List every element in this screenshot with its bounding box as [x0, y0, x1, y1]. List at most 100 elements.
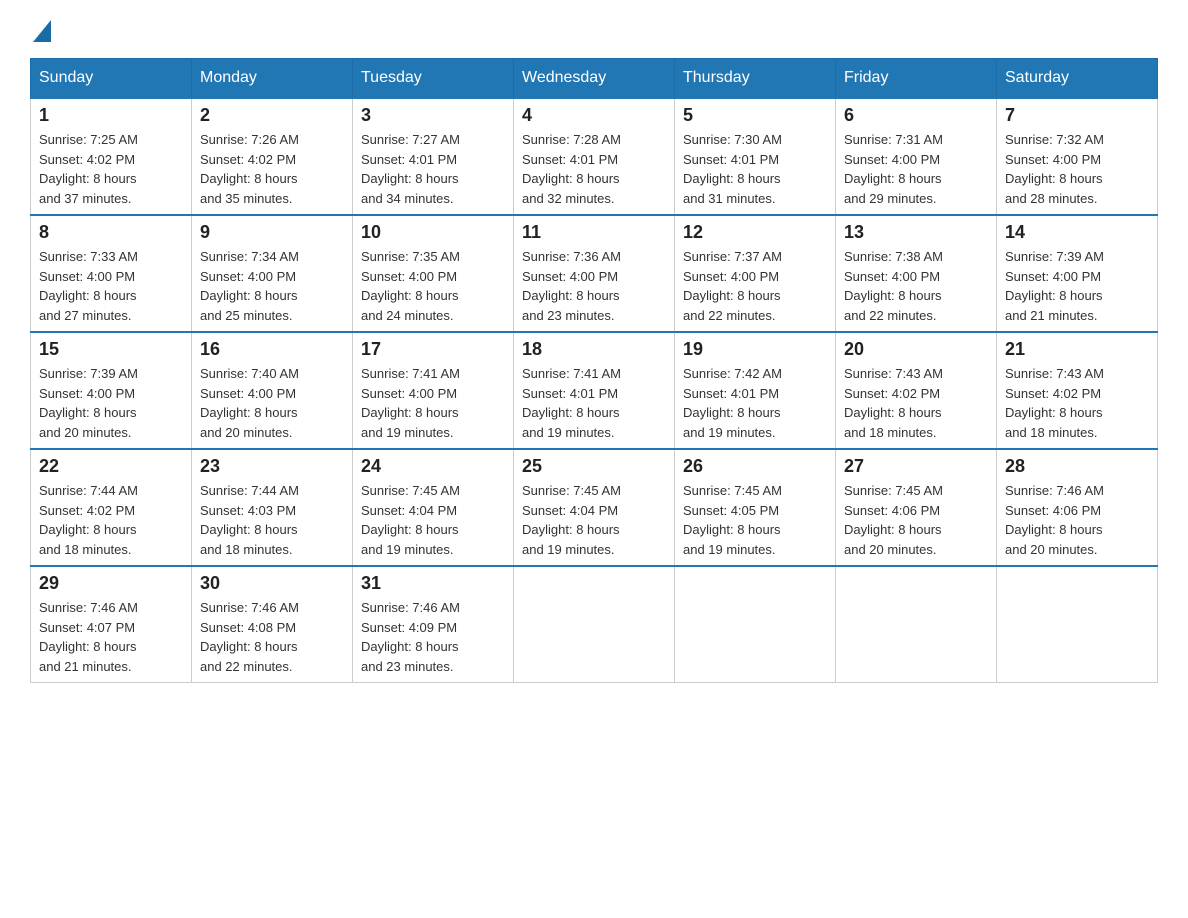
calendar-cell — [997, 566, 1158, 683]
calendar-cell — [675, 566, 836, 683]
day-number: 19 — [683, 339, 827, 360]
calendar-cell: 19 Sunrise: 7:42 AMSunset: 4:01 PMDaylig… — [675, 332, 836, 449]
day-number: 7 — [1005, 105, 1149, 126]
week-row-5: 29 Sunrise: 7:46 AMSunset: 4:07 PMDaylig… — [31, 566, 1158, 683]
day-number: 6 — [844, 105, 988, 126]
day-number: 31 — [361, 573, 505, 594]
header-sunday: Sunday — [31, 59, 192, 99]
day-info: Sunrise: 7:44 AMSunset: 4:02 PMDaylight:… — [39, 481, 183, 559]
day-info: Sunrise: 7:42 AMSunset: 4:01 PMDaylight:… — [683, 364, 827, 442]
day-info: Sunrise: 7:46 AMSunset: 4:06 PMDaylight:… — [1005, 481, 1149, 559]
logo-triangle-icon — [33, 20, 51, 42]
header-friday: Friday — [836, 59, 997, 99]
week-row-2: 8 Sunrise: 7:33 AMSunset: 4:00 PMDayligh… — [31, 215, 1158, 332]
day-info: Sunrise: 7:40 AMSunset: 4:00 PMDaylight:… — [200, 364, 344, 442]
calendar-cell: 6 Sunrise: 7:31 AMSunset: 4:00 PMDayligh… — [836, 98, 997, 215]
calendar-header-row: SundayMondayTuesdayWednesdayThursdayFrid… — [31, 59, 1158, 99]
calendar-cell: 9 Sunrise: 7:34 AMSunset: 4:00 PMDayligh… — [192, 215, 353, 332]
week-row-1: 1 Sunrise: 7:25 AMSunset: 4:02 PMDayligh… — [31, 98, 1158, 215]
day-info: Sunrise: 7:41 AMSunset: 4:00 PMDaylight:… — [361, 364, 505, 442]
calendar-cell: 8 Sunrise: 7:33 AMSunset: 4:00 PMDayligh… — [31, 215, 192, 332]
calendar-cell: 2 Sunrise: 7:26 AMSunset: 4:02 PMDayligh… — [192, 98, 353, 215]
day-number: 1 — [39, 105, 183, 126]
day-number: 8 — [39, 222, 183, 243]
day-info: Sunrise: 7:45 AMSunset: 4:04 PMDaylight:… — [361, 481, 505, 559]
day-number: 27 — [844, 456, 988, 477]
day-info: Sunrise: 7:34 AMSunset: 4:00 PMDaylight:… — [200, 247, 344, 325]
day-info: Sunrise: 7:31 AMSunset: 4:00 PMDaylight:… — [844, 130, 988, 208]
day-number: 15 — [39, 339, 183, 360]
calendar-cell: 1 Sunrise: 7:25 AMSunset: 4:02 PMDayligh… — [31, 98, 192, 215]
day-number: 4 — [522, 105, 666, 126]
day-info: Sunrise: 7:28 AMSunset: 4:01 PMDaylight:… — [522, 130, 666, 208]
day-number: 21 — [1005, 339, 1149, 360]
day-number: 3 — [361, 105, 505, 126]
calendar-cell: 25 Sunrise: 7:45 AMSunset: 4:04 PMDaylig… — [514, 449, 675, 566]
calendar-cell: 14 Sunrise: 7:39 AMSunset: 4:00 PMDaylig… — [997, 215, 1158, 332]
header-tuesday: Tuesday — [353, 59, 514, 99]
day-number: 17 — [361, 339, 505, 360]
day-number: 20 — [844, 339, 988, 360]
day-info: Sunrise: 7:37 AMSunset: 4:00 PMDaylight:… — [683, 247, 827, 325]
day-number: 23 — [200, 456, 344, 477]
day-number: 11 — [522, 222, 666, 243]
logo — [30, 20, 51, 38]
calendar-cell: 22 Sunrise: 7:44 AMSunset: 4:02 PMDaylig… — [31, 449, 192, 566]
calendar-cell: 12 Sunrise: 7:37 AMSunset: 4:00 PMDaylig… — [675, 215, 836, 332]
day-info: Sunrise: 7:45 AMSunset: 4:06 PMDaylight:… — [844, 481, 988, 559]
day-number: 28 — [1005, 456, 1149, 477]
calendar-cell: 20 Sunrise: 7:43 AMSunset: 4:02 PMDaylig… — [836, 332, 997, 449]
calendar-cell — [514, 566, 675, 683]
calendar-cell: 28 Sunrise: 7:46 AMSunset: 4:06 PMDaylig… — [997, 449, 1158, 566]
header-saturday: Saturday — [997, 59, 1158, 99]
day-info: Sunrise: 7:26 AMSunset: 4:02 PMDaylight:… — [200, 130, 344, 208]
calendar-cell: 29 Sunrise: 7:46 AMSunset: 4:07 PMDaylig… — [31, 566, 192, 683]
day-info: Sunrise: 7:27 AMSunset: 4:01 PMDaylight:… — [361, 130, 505, 208]
day-number: 30 — [200, 573, 344, 594]
day-info: Sunrise: 7:45 AMSunset: 4:05 PMDaylight:… — [683, 481, 827, 559]
day-number: 5 — [683, 105, 827, 126]
calendar-cell: 30 Sunrise: 7:46 AMSunset: 4:08 PMDaylig… — [192, 566, 353, 683]
header-wednesday: Wednesday — [514, 59, 675, 99]
day-number: 29 — [39, 573, 183, 594]
calendar-cell: 11 Sunrise: 7:36 AMSunset: 4:00 PMDaylig… — [514, 215, 675, 332]
day-number: 12 — [683, 222, 827, 243]
day-number: 2 — [200, 105, 344, 126]
day-number: 16 — [200, 339, 344, 360]
day-number: 24 — [361, 456, 505, 477]
calendar-cell: 3 Sunrise: 7:27 AMSunset: 4:01 PMDayligh… — [353, 98, 514, 215]
day-info: Sunrise: 7:46 AMSunset: 4:08 PMDaylight:… — [200, 598, 344, 676]
calendar-cell: 13 Sunrise: 7:38 AMSunset: 4:00 PMDaylig… — [836, 215, 997, 332]
day-info: Sunrise: 7:46 AMSunset: 4:07 PMDaylight:… — [39, 598, 183, 676]
calendar-cell: 27 Sunrise: 7:45 AMSunset: 4:06 PMDaylig… — [836, 449, 997, 566]
calendar-cell: 17 Sunrise: 7:41 AMSunset: 4:00 PMDaylig… — [353, 332, 514, 449]
day-info: Sunrise: 7:25 AMSunset: 4:02 PMDaylight:… — [39, 130, 183, 208]
calendar-cell: 21 Sunrise: 7:43 AMSunset: 4:02 PMDaylig… — [997, 332, 1158, 449]
calendar-cell — [836, 566, 997, 683]
header-thursday: Thursday — [675, 59, 836, 99]
day-info: Sunrise: 7:39 AMSunset: 4:00 PMDaylight:… — [1005, 247, 1149, 325]
day-number: 18 — [522, 339, 666, 360]
day-info: Sunrise: 7:39 AMSunset: 4:00 PMDaylight:… — [39, 364, 183, 442]
calendar-cell: 4 Sunrise: 7:28 AMSunset: 4:01 PMDayligh… — [514, 98, 675, 215]
day-info: Sunrise: 7:41 AMSunset: 4:01 PMDaylight:… — [522, 364, 666, 442]
day-number: 26 — [683, 456, 827, 477]
day-info: Sunrise: 7:44 AMSunset: 4:03 PMDaylight:… — [200, 481, 344, 559]
day-info: Sunrise: 7:45 AMSunset: 4:04 PMDaylight:… — [522, 481, 666, 559]
calendar-cell: 7 Sunrise: 7:32 AMSunset: 4:00 PMDayligh… — [997, 98, 1158, 215]
day-info: Sunrise: 7:30 AMSunset: 4:01 PMDaylight:… — [683, 130, 827, 208]
day-info: Sunrise: 7:32 AMSunset: 4:00 PMDaylight:… — [1005, 130, 1149, 208]
day-info: Sunrise: 7:33 AMSunset: 4:00 PMDaylight:… — [39, 247, 183, 325]
day-number: 13 — [844, 222, 988, 243]
calendar-cell: 15 Sunrise: 7:39 AMSunset: 4:00 PMDaylig… — [31, 332, 192, 449]
day-info: Sunrise: 7:43 AMSunset: 4:02 PMDaylight:… — [1005, 364, 1149, 442]
day-number: 9 — [200, 222, 344, 243]
day-info: Sunrise: 7:43 AMSunset: 4:02 PMDaylight:… — [844, 364, 988, 442]
calendar-table: SundayMondayTuesdayWednesdayThursdayFrid… — [30, 58, 1158, 683]
day-info: Sunrise: 7:35 AMSunset: 4:00 PMDaylight:… — [361, 247, 505, 325]
day-info: Sunrise: 7:36 AMSunset: 4:00 PMDaylight:… — [522, 247, 666, 325]
day-number: 25 — [522, 456, 666, 477]
calendar-cell: 24 Sunrise: 7:45 AMSunset: 4:04 PMDaylig… — [353, 449, 514, 566]
week-row-3: 15 Sunrise: 7:39 AMSunset: 4:00 PMDaylig… — [31, 332, 1158, 449]
calendar-cell: 18 Sunrise: 7:41 AMSunset: 4:01 PMDaylig… — [514, 332, 675, 449]
